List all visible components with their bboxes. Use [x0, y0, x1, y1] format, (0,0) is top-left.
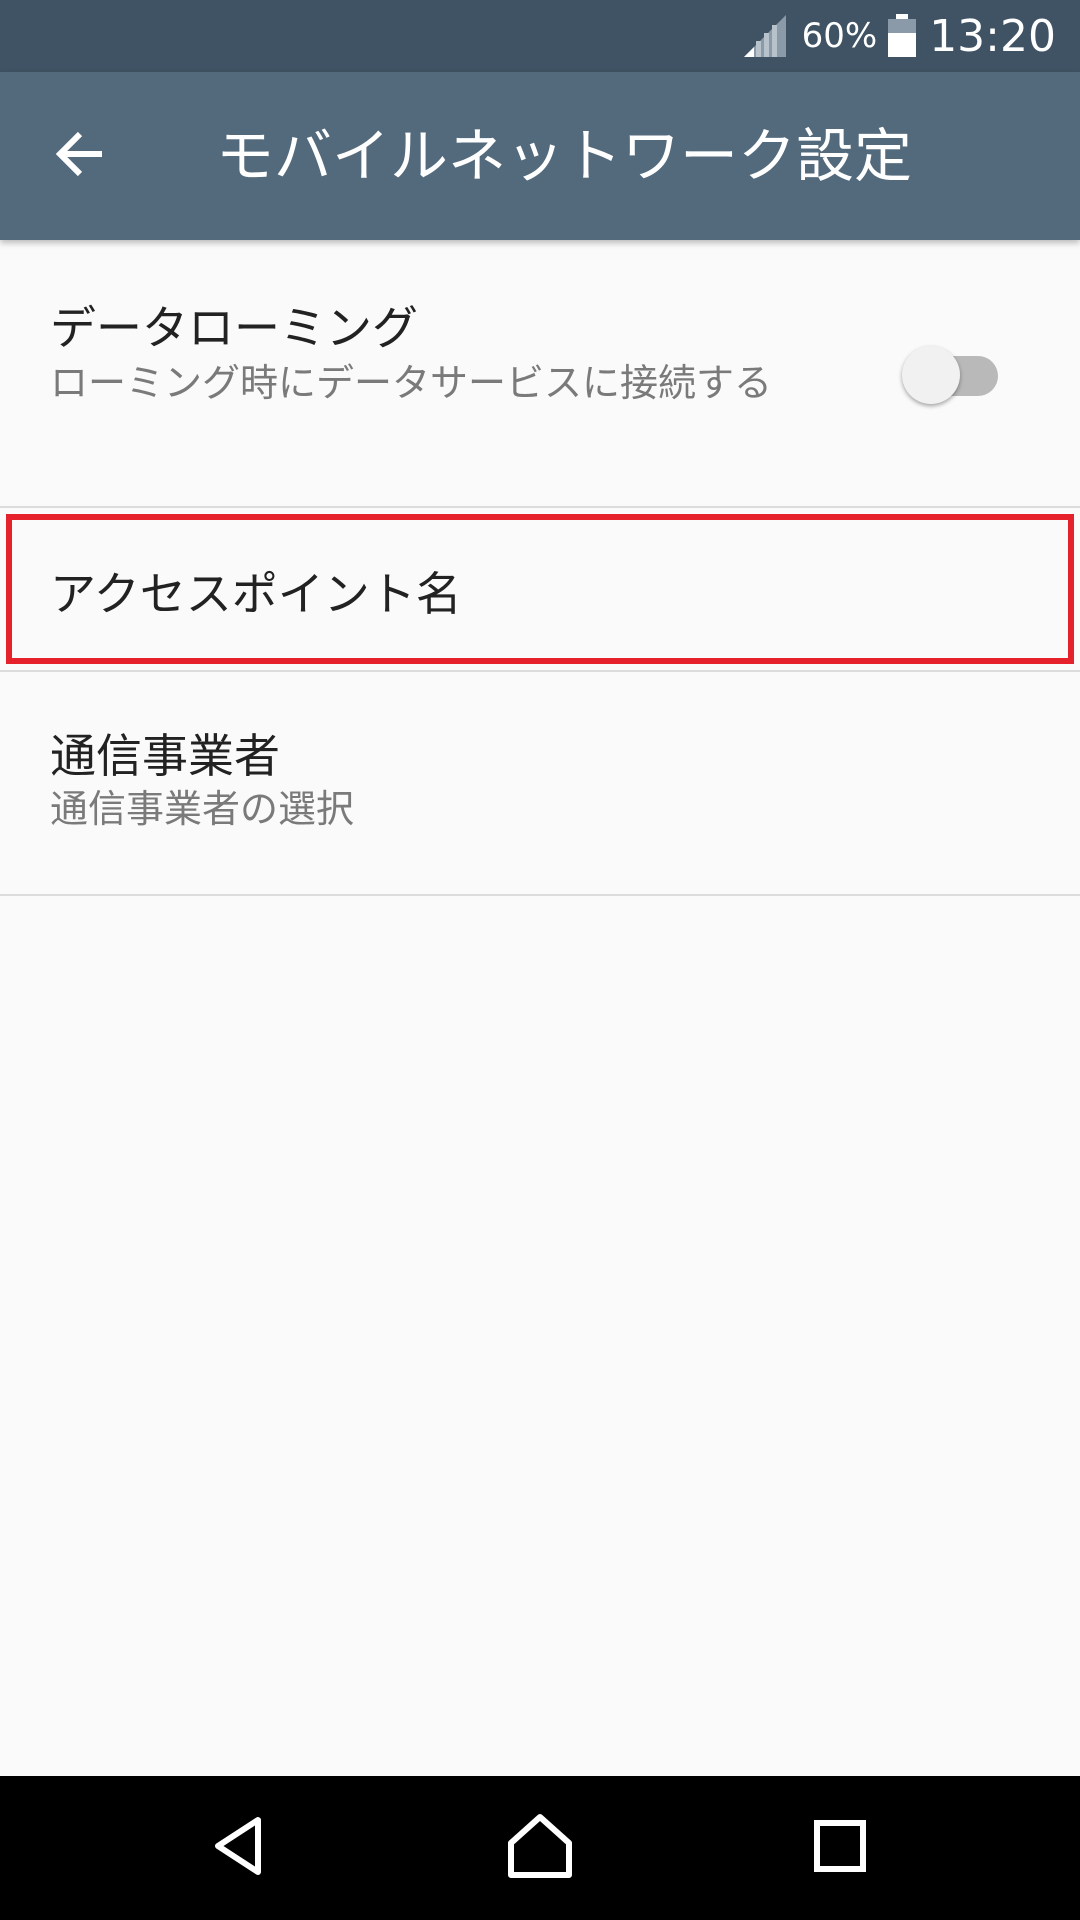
data-roaming-summary: ローミング時にデータサービスに接続する	[50, 361, 773, 405]
battery-icon	[887, 14, 917, 58]
network-operators-summary: 通信事業者の選択	[50, 787, 355, 831]
nav-back-icon	[208, 1814, 272, 1882]
nav-back-button[interactable]	[190, 1798, 290, 1898]
nav-recents-button[interactable]	[790, 1798, 890, 1898]
navigation-bar	[0, 1776, 1080, 1920]
data-roaming-toggle[interactable]	[902, 344, 1002, 408]
arrow-back-icon	[52, 126, 108, 186]
nav-recents-icon	[810, 1816, 870, 1880]
nav-home-icon	[505, 1811, 575, 1885]
toggle-thumb	[902, 346, 960, 404]
page-title: モバイルネットワーク設定	[216, 122, 913, 190]
screen: 60% 13:20 モバイルネットワーク設定 データローミング ローミング時にデ…	[0, 0, 1080, 1920]
data-roaming-title: データローミング	[50, 301, 418, 355]
access-point-names-title: アクセスポイント名	[50, 567, 462, 621]
battery-percent: 60%	[801, 16, 878, 56]
access-point-names-item[interactable]: アクセスポイント名	[0, 508, 1080, 672]
network-operators-title: 通信事業者	[50, 729, 280, 783]
data-roaming-item[interactable]: データローミング ローミング時にデータサービスに接続する	[0, 240, 1080, 508]
app-bar: モバイルネットワーク設定	[0, 72, 1080, 240]
settings-list: データローミング ローミング時にデータサービスに接続する アクセスポイント名 通…	[0, 240, 1080, 896]
network-operators-item[interactable]: 通信事業者 通信事業者の選択	[0, 672, 1080, 896]
status-icons: 60% 13:20	[742, 0, 1056, 72]
nav-home-button[interactable]	[490, 1798, 590, 1898]
clock: 13:20	[929, 10, 1056, 62]
back-button[interactable]	[40, 116, 120, 196]
status-bar: 60% 13:20	[0, 0, 1080, 72]
signal-icon	[742, 13, 788, 59]
